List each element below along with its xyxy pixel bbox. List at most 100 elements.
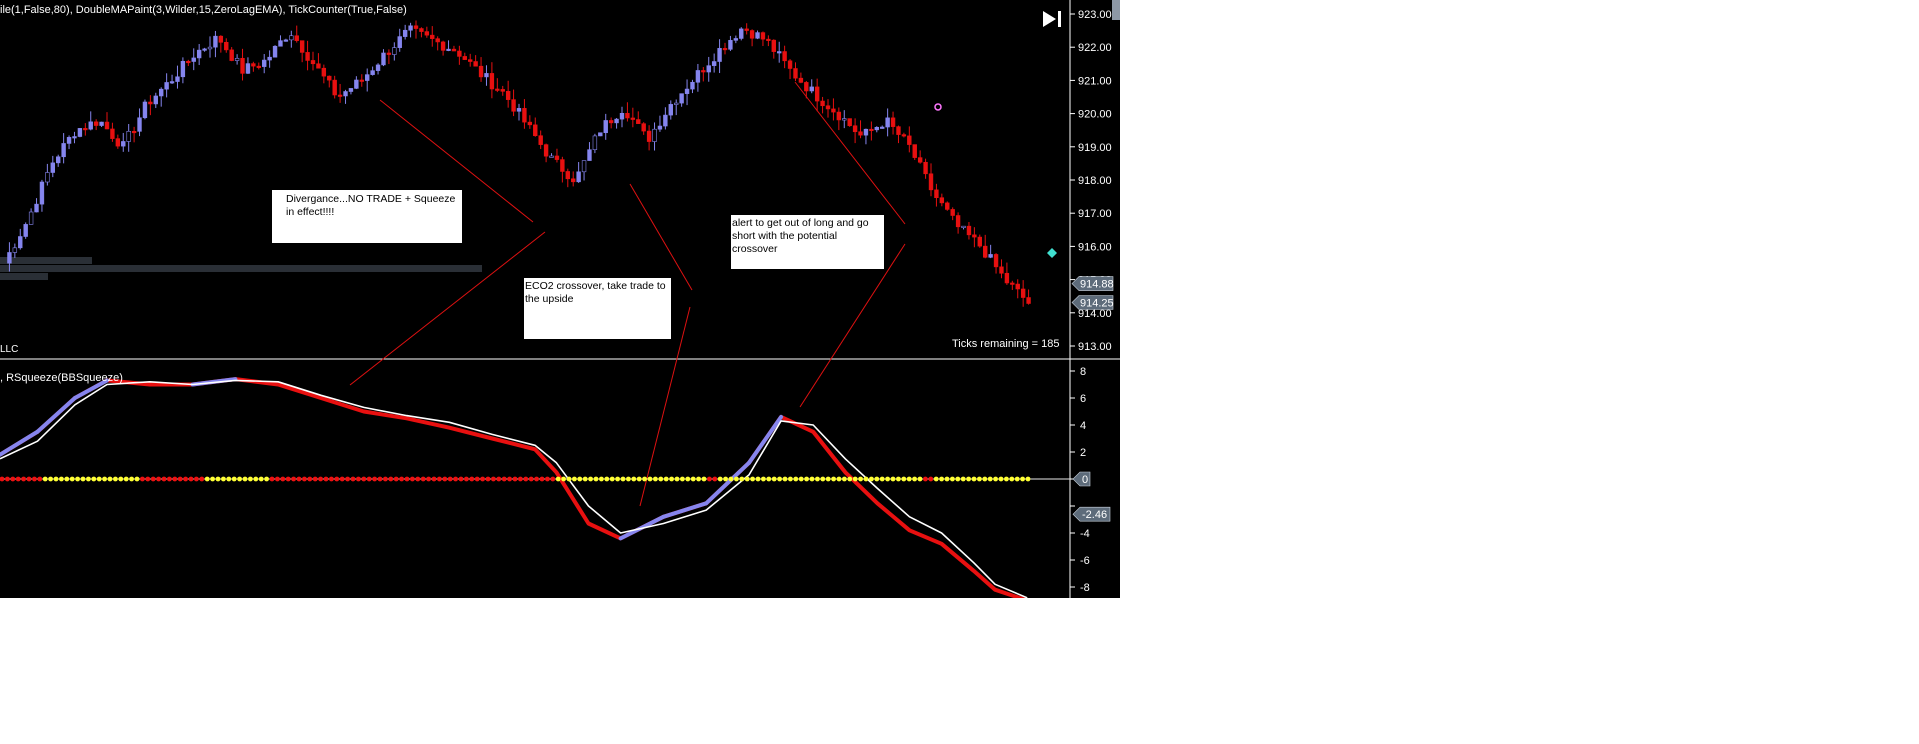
candle-body	[278, 40, 283, 47]
candle-body	[473, 61, 478, 67]
candle-body	[321, 67, 327, 77]
squeeze-dot	[188, 476, 194, 482]
squeeze-dot	[572, 476, 577, 482]
price-tick-label: 918.00	[1078, 175, 1112, 187]
squeeze-dot	[366, 476, 372, 482]
candle-body	[354, 79, 359, 89]
annotation-line	[349, 231, 546, 386]
squeeze-dot	[156, 476, 162, 482]
candle-body	[299, 40, 305, 53]
squeeze-dot	[609, 476, 615, 482]
alert-marker	[934, 103, 942, 111]
candle-body	[283, 39, 289, 42]
candle-body	[343, 91, 348, 97]
squeeze-dot	[831, 476, 836, 482]
indicator-title: ile(1,False,80), DoubleMAPaint(3,Wilder,…	[0, 4, 407, 16]
vendor-tag: LLC	[0, 344, 19, 355]
candle-body	[880, 126, 885, 129]
candle-body	[153, 95, 158, 105]
skip-to-end-button[interactable]	[1040, 8, 1064, 30]
candle-body	[110, 128, 115, 139]
price-tick-label: 922.00	[1078, 42, 1112, 54]
candle-body	[462, 56, 467, 60]
squeeze-dot	[663, 476, 669, 482]
squeeze-dot	[923, 476, 928, 482]
candle-body	[869, 128, 874, 132]
squeeze-dot	[426, 476, 431, 482]
candle-body	[966, 225, 972, 236]
candle-body	[728, 40, 733, 50]
candle-body	[386, 52, 392, 55]
squeeze-dot	[59, 476, 64, 482]
squeeze-dot	[377, 476, 383, 482]
candle-body	[619, 112, 625, 120]
squeeze-dot	[750, 476, 755, 482]
candle-body	[641, 123, 646, 132]
candle-body	[413, 25, 419, 29]
scrollbar-thumb[interactable]	[1112, 0, 1120, 20]
squeeze-dot	[777, 476, 782, 482]
candle-body	[842, 118, 847, 121]
candle-body	[505, 91, 511, 100]
candle-body	[858, 131, 863, 136]
squeeze-dot	[0, 476, 5, 482]
squeeze-dot	[75, 476, 80, 482]
candle-body	[825, 105, 831, 110]
squeeze-dot	[512, 476, 518, 482]
volume-profile-bar	[0, 273, 48, 280]
squeeze-dot	[674, 476, 680, 482]
squeeze-dot	[977, 476, 982, 482]
candle-body	[511, 99, 516, 112]
squeeze-dot	[383, 476, 388, 482]
price-tick-label: 921.00	[1078, 75, 1112, 87]
squeeze-dot	[258, 476, 264, 482]
candle-body	[1004, 272, 1010, 284]
squeeze-dot	[37, 476, 43, 482]
osc-tick-label: 8	[1080, 366, 1086, 378]
squeeze-dot	[5, 476, 10, 482]
candle-body	[831, 108, 836, 113]
candle-body	[457, 50, 462, 57]
squeeze-dot	[86, 476, 91, 482]
squeeze-dot	[480, 476, 485, 482]
squeeze-dot	[788, 476, 793, 482]
squeeze-dot	[410, 476, 415, 482]
candle-body	[592, 135, 598, 150]
squeeze-dot	[69, 476, 75, 482]
candle-body	[527, 121, 533, 126]
candle-body	[636, 119, 641, 124]
candle-body	[912, 144, 917, 158]
price-tick-label: 920.00	[1078, 109, 1112, 121]
candle-body	[749, 30, 755, 39]
candle-body	[397, 36, 402, 48]
candle-body	[847, 118, 852, 127]
candle-body	[126, 130, 131, 142]
candle-body	[717, 48, 722, 62]
squeeze-dot	[248, 476, 253, 482]
candle-body	[500, 89, 505, 92]
squeeze-dot	[1009, 476, 1015, 482]
squeeze-dot	[296, 476, 302, 482]
squeeze-dot	[906, 476, 912, 482]
candle-body	[267, 56, 272, 61]
squeeze-dot	[242, 476, 248, 482]
squeeze-dot	[555, 476, 561, 482]
squeeze-dot	[80, 476, 86, 482]
squeeze-dot	[545, 476, 550, 482]
candle-body	[131, 130, 137, 134]
candle-body	[77, 128, 83, 137]
squeeze-dot	[928, 476, 934, 482]
candle-body	[533, 124, 538, 137]
squeeze-dot	[474, 476, 480, 482]
squeeze-dot	[150, 476, 156, 482]
candle-body	[164, 82, 169, 90]
candle-body	[310, 60, 316, 65]
candle-body	[18, 236, 23, 249]
candle-body	[522, 108, 527, 123]
note-divergence: Divergance...NO TRADE + Squeeze in effec…	[272, 190, 462, 243]
squeeze-dot	[312, 476, 318, 482]
candle-body	[798, 77, 804, 83]
candle-body	[787, 60, 793, 69]
squeeze-dot	[42, 476, 48, 482]
squeeze-dot	[653, 476, 658, 482]
